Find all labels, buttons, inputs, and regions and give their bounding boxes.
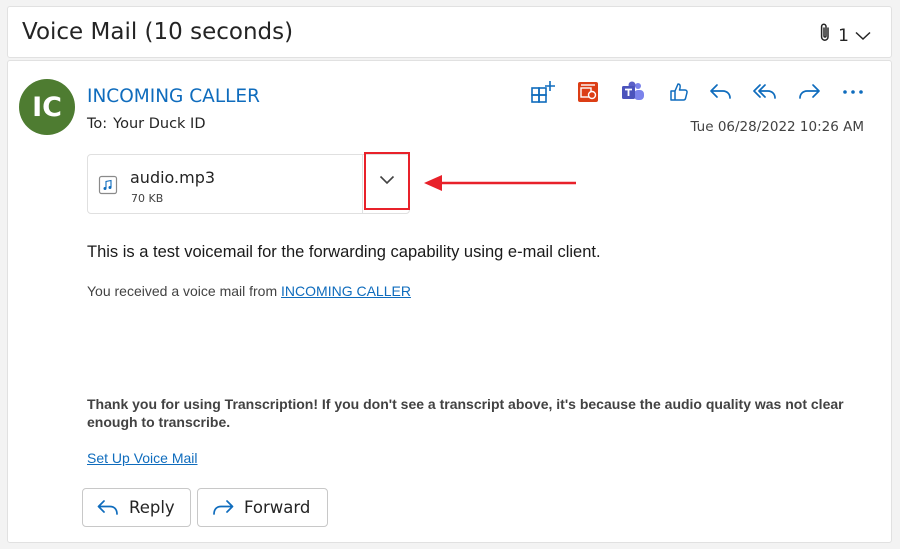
- sender-name[interactable]: INCOMING CALLER: [87, 86, 260, 107]
- forward-label: Forward: [244, 498, 311, 517]
- attachment-name: audio.mp3: [130, 168, 216, 187]
- received-prefix: You received a voice mail from: [87, 283, 278, 299]
- attachment-card[interactable]: audio.mp3 70 KB: [87, 152, 410, 214]
- subject-title: Voice Mail (10 seconds): [22, 19, 294, 45]
- like-icon[interactable]: [664, 77, 694, 107]
- forward-icon: [212, 499, 234, 517]
- recipient-name[interactable]: Your Duck ID: [113, 116, 205, 132]
- reply-icon[interactable]: [706, 77, 736, 107]
- audio-file-icon: [98, 175, 118, 200]
- chevron-down-icon: [379, 172, 395, 190]
- teams-icon[interactable]: [618, 77, 648, 107]
- forward-icon[interactable]: [794, 77, 824, 107]
- more-icon[interactable]: [838, 77, 868, 107]
- message-toolbar: [528, 77, 878, 107]
- recipient-line: To: Your Duck ID: [87, 116, 206, 132]
- caller-link[interactable]: INCOMING CALLER: [281, 283, 411, 299]
- reply-icon: [97, 499, 119, 517]
- attachment-indicator[interactable]: 1: [818, 22, 871, 49]
- annotation-arrow: [422, 173, 578, 198]
- message-card: IC INCOMING CALLER To: Your Duck ID Tue 0…: [7, 60, 892, 543]
- transcription-note: Thank you for using Transcription! If yo…: [87, 396, 844, 430]
- attachment-divider: [362, 155, 363, 213]
- timestamp: Tue 06/28/2022 10:26 AM: [690, 119, 864, 135]
- reply-all-icon[interactable]: [750, 77, 780, 107]
- chevron-down-icon: [855, 26, 871, 46]
- setup-voicemail-link[interactable]: Set Up Voice Mail: [87, 450, 198, 466]
- reply-label: Reply: [129, 498, 175, 517]
- office-calendar-icon[interactable]: [573, 77, 603, 107]
- attachment-count: 1: [838, 25, 849, 46]
- paperclip-icon: [818, 22, 832, 49]
- message-body: This is a test voicemail for the forward…: [87, 243, 601, 261]
- forward-button[interactable]: Forward: [197, 488, 328, 527]
- subject-bar: Voice Mail (10 seconds) 1: [7, 6, 892, 58]
- reply-button[interactable]: Reply: [82, 488, 191, 527]
- apps-add-icon[interactable]: [528, 77, 558, 107]
- avatar[interactable]: IC: [19, 79, 75, 135]
- received-line: You received a voice mail from INCOMING …: [87, 283, 411, 299]
- attachment-options-button[interactable]: [364, 152, 410, 210]
- attachment-size: 70 KB: [131, 192, 164, 205]
- to-label: To:: [87, 116, 108, 132]
